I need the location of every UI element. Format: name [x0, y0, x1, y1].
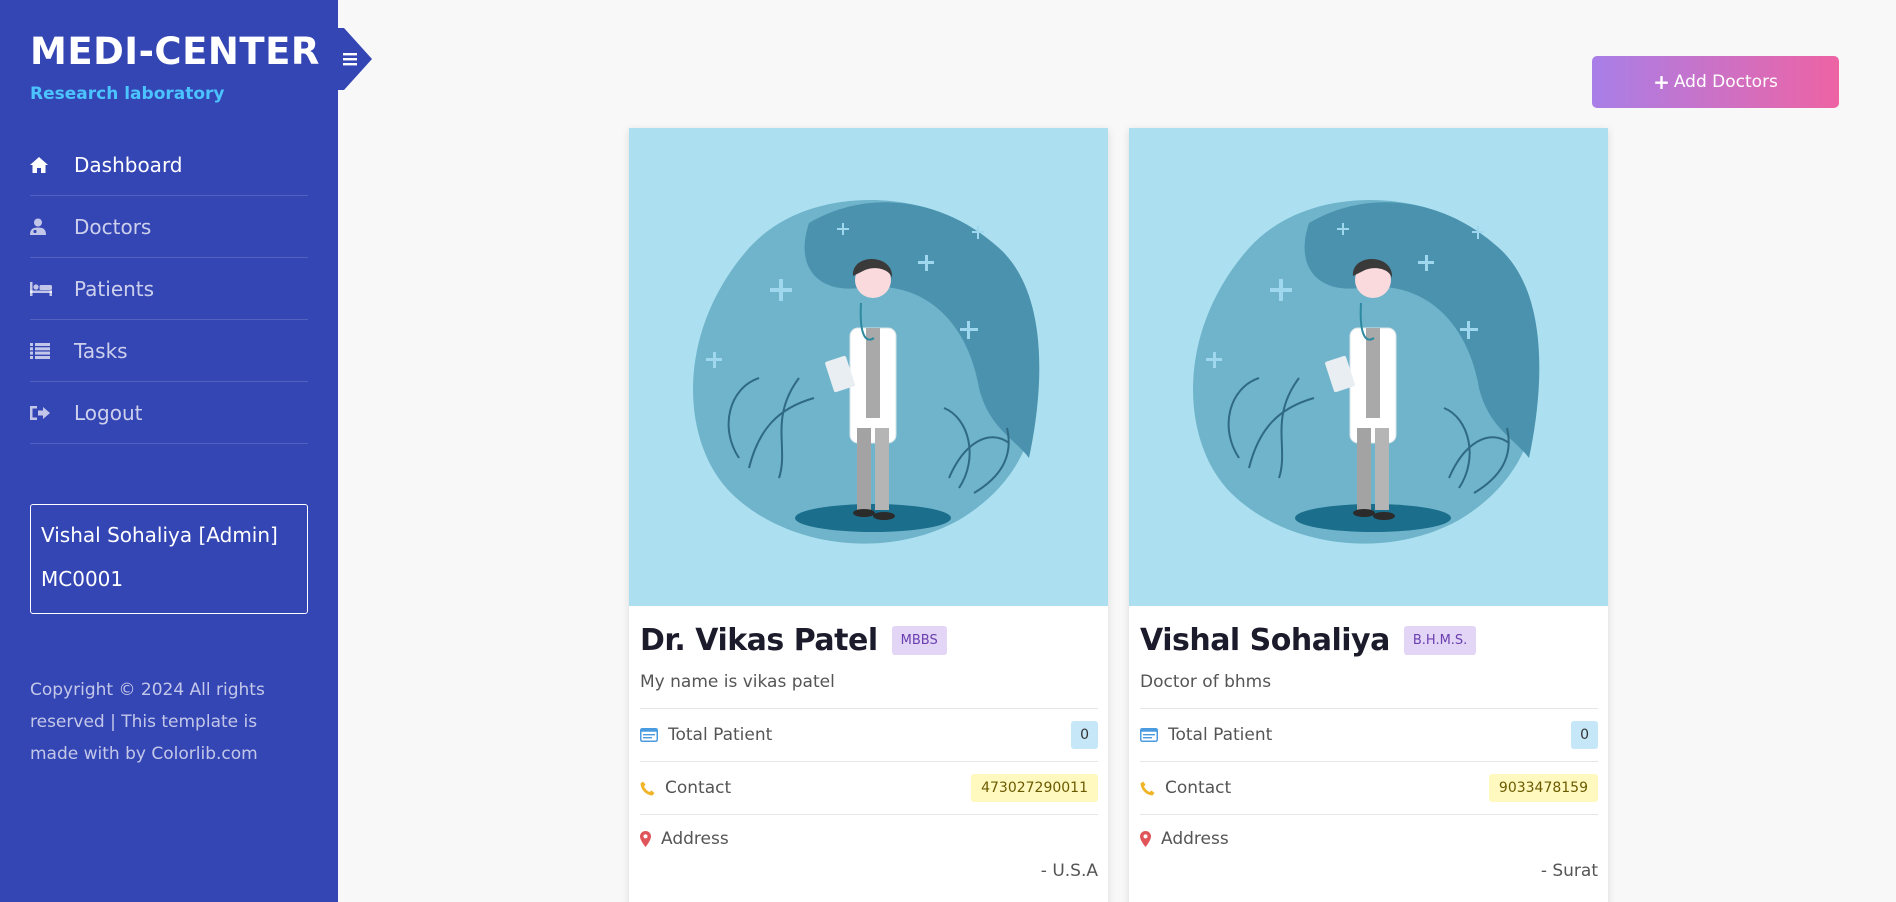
doctor-name: Dr. Vikas Patel	[640, 622, 878, 658]
brand-logo-text[interactable]: MEDI-CENTER	[30, 30, 320, 73]
home-icon	[30, 156, 74, 173]
sidebar-item-dashboard[interactable]: Dashboard	[30, 134, 308, 196]
doctor-card[interactable]: Vishal Sohaliya B.H.M.S. Doctor of bhms …	[1129, 128, 1608, 902]
plus-icon: +	[1653, 70, 1670, 94]
menu-icon	[338, 28, 372, 90]
sidebar-menu: Dashboard Doctors Patients Tasks Logout	[30, 134, 308, 444]
degree-badge: B.H.M.S.	[1403, 625, 1477, 655]
id-card-icon	[1140, 728, 1158, 742]
doctor-card[interactable]: Dr. Vikas Patel MBBS My name is vikas pa…	[629, 128, 1108, 902]
contact-label: Contact	[665, 778, 732, 798]
user-info-box: Vishal Sohaliya [Admin] MC0001	[30, 504, 308, 614]
user-id: MC0001	[41, 567, 124, 591]
sidebar-toggle-button[interactable]	[338, 28, 372, 90]
doctor-name: Vishal Sohaliya	[1140, 622, 1390, 658]
total-patient-count: 0	[1571, 721, 1598, 749]
doctor-illustration	[629, 128, 1108, 606]
sidebar-item-label: Logout	[74, 400, 143, 425]
degree-badge: MBBS	[891, 625, 947, 655]
brand-subtitle: Research laboratory	[30, 84, 225, 104]
list-icon	[30, 342, 74, 359]
map-marker-icon	[640, 831, 651, 847]
user-name: Vishal Sohaliya [Admin]	[41, 523, 278, 547]
total-patient-row: Total Patient 0	[640, 708, 1098, 761]
address-row: Address - Surat	[1140, 814, 1598, 886]
phone-icon	[1140, 781, 1155, 796]
doctor-description: My name is vikas patel	[640, 672, 835, 692]
address-value: - U.S.A	[1040, 861, 1098, 881]
contact-number[interactable]: 473027290011	[971, 774, 1098, 802]
sidebar-item-patients[interactable]: Patients	[30, 258, 308, 320]
sidebar: MEDI-CENTER Research laboratory Dashboar…	[0, 0, 338, 902]
address-row: Address - U.S.A	[640, 814, 1098, 886]
sidebar-item-doctors[interactable]: Doctors	[30, 196, 308, 258]
sidebar-item-label: Dashboard	[74, 152, 183, 177]
bed-icon	[30, 281, 74, 296]
address-label: Address	[1161, 829, 1229, 849]
map-marker-icon	[1140, 831, 1151, 847]
sidebar-item-label: Doctors	[74, 214, 152, 239]
contact-number[interactable]: 9033478159	[1488, 774, 1598, 802]
user-md-icon	[30, 218, 74, 235]
phone-icon	[640, 781, 655, 796]
address-value: - Surat	[1540, 861, 1598, 881]
add-doctors-label: Add Doctors	[1673, 72, 1778, 92]
sidebar-item-tasks[interactable]: Tasks	[30, 320, 308, 382]
sidebar-item-label: Tasks	[74, 338, 128, 363]
sidebar-item-logout[interactable]: Logout	[30, 382, 308, 444]
copyright-text: Copyright © 2024 All rights reserved | T…	[30, 680, 265, 764]
doctor-description: Doctor of bhms	[1140, 672, 1272, 692]
add-doctors-button[interactable]: + Add Doctors	[1592, 56, 1839, 108]
contact-label: Contact	[1165, 778, 1232, 798]
contact-row: Contact 473027290011	[640, 761, 1098, 814]
total-patient-row: Total Patient 0	[1140, 708, 1598, 761]
total-patient-label: Total Patient	[1168, 725, 1273, 745]
doctor-illustration	[1129, 128, 1608, 606]
contact-row: Contact 9033478159	[1140, 761, 1598, 814]
sidebar-item-label: Patients	[74, 276, 155, 301]
id-card-icon	[640, 728, 658, 742]
total-patient-label: Total Patient	[668, 725, 773, 745]
address-label: Address	[661, 829, 729, 849]
sign-out-icon	[30, 405, 74, 421]
total-patient-count: 0	[1071, 721, 1098, 749]
